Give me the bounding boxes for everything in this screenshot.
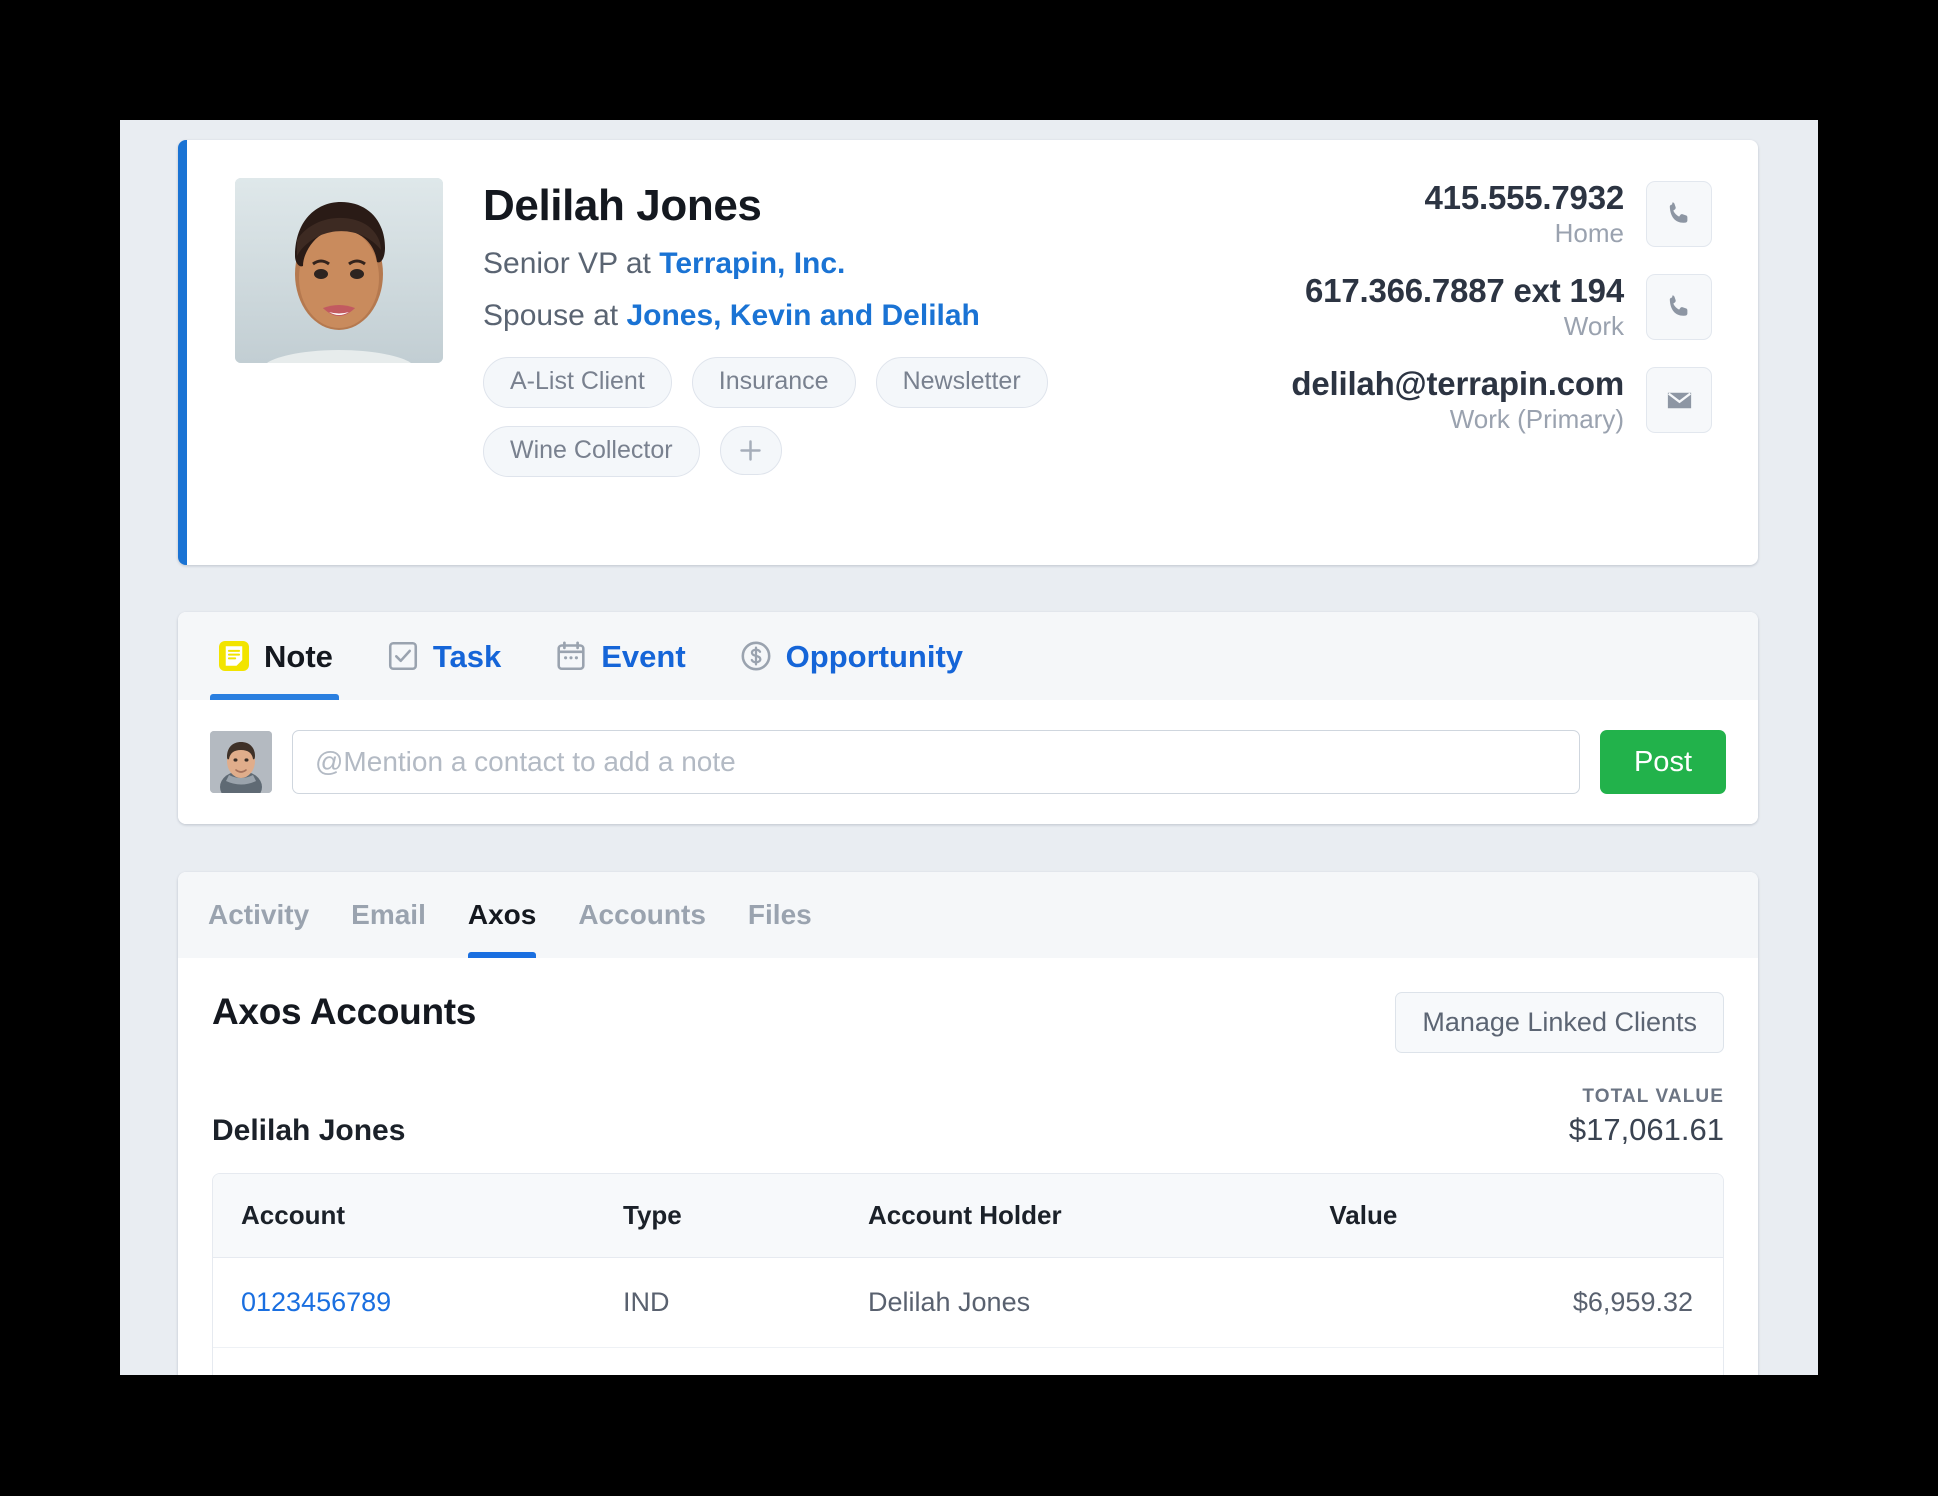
tag-wine-collector[interactable]: Wine Collector	[483, 425, 700, 477]
home-phone-value: 415.555.7932	[1424, 179, 1625, 216]
tab-note[interactable]: Note	[210, 612, 339, 700]
cell-account-holder: Delilah Jones	[868, 1257, 1330, 1348]
detail-card: Activity Email Axos Accounts Files Axos …	[178, 872, 1758, 1375]
checkbox-icon	[388, 641, 417, 671]
plus-icon	[740, 439, 761, 461]
tag-newsletter[interactable]: Newsletter	[875, 356, 1048, 408]
email-icon	[1667, 392, 1691, 408]
accounts-table-body: 0123456789 IND Delilah Jones $6,959.32 0…	[213, 1257, 1723, 1375]
contact-household-line: Spouse at Jones, Kevin and Delilah	[483, 298, 1291, 335]
calendar-icon	[557, 641, 585, 671]
table-row: 0123456780 IND Delilah Jones $10,102.29	[213, 1347, 1723, 1375]
post-button[interactable]: Post	[1599, 730, 1726, 794]
table-header-row: Account Type Account Holder Value	[213, 1173, 1723, 1258]
total-value-block: TOTAL VALUE $17,061.61	[1568, 1086, 1724, 1147]
tab-opportunity[interactable]: Opportunity	[732, 612, 969, 700]
home-phone-label: Home	[1554, 217, 1624, 248]
column-header-account: Account	[213, 1173, 623, 1258]
tab-event-label: Event	[601, 638, 686, 674]
tab-opportunity-label: Opportunity	[785, 638, 964, 674]
tab-email[interactable]: Email	[351, 872, 426, 958]
contact-household-link[interactable]: Jones, Kevin and Delilah	[626, 299, 979, 332]
contact-company-link[interactable]: Terrapin, Inc.	[659, 247, 845, 280]
composer-tab-bar: Note Task Event Opportunity	[178, 612, 1758, 700]
add-tag-button[interactable]	[719, 425, 782, 475]
cell-account-holder: Delilah Jones	[868, 1347, 1330, 1375]
email-value: delilah@terrapin.com	[1291, 364, 1624, 402]
column-header-value: Value	[1329, 1173, 1723, 1258]
cell-account: 0123456780	[213, 1347, 623, 1375]
cell-account: 0123456789	[213, 1257, 623, 1348]
cell-type: IND	[623, 1347, 868, 1375]
accounts-table: Account Type Account Holder Value 012345…	[212, 1172, 1724, 1375]
tab-note-label: Note	[264, 638, 333, 674]
call-work-button[interactable]	[1646, 274, 1712, 341]
tag-insurance[interactable]: Insurance	[691, 356, 856, 408]
contact-relation-prefix: Spouse at	[483, 299, 627, 333]
cell-value: $10,102.29	[1329, 1347, 1723, 1375]
call-home-button[interactable]	[1646, 181, 1712, 248]
total-value-label: TOTAL VALUE	[1582, 1086, 1724, 1107]
detail-header-row: Axos Accounts Manage Linked Clients	[212, 991, 1724, 1053]
holder-summary-row: Delilah Jones TOTAL VALUE $17,061.61	[212, 1086, 1724, 1147]
phone-icon	[1669, 202, 1687, 223]
note-icon	[219, 641, 249, 671]
dollar-circle-icon	[741, 641, 771, 671]
composer-input-row: Post	[178, 700, 1758, 824]
contact-name: Delilah Jones	[483, 181, 762, 230]
contact-title-line: Senior VP at Terrapin, Inc.	[483, 246, 1291, 283]
cell-value: $6,959.32	[1329, 1257, 1723, 1348]
contact-details: Delilah Jones Senior VP at Terrapin, Inc…	[483, 178, 1291, 477]
app-viewport: Delilah Jones Senior VP at Terrapin, Inc…	[120, 120, 1818, 1375]
total-value-amount: $17,061.61	[1568, 1111, 1724, 1147]
detail-body: Axos Accounts Manage Linked Clients Deli…	[178, 958, 1758, 1375]
tab-task[interactable]: Task	[379, 612, 507, 700]
note-input[interactable]	[292, 730, 1580, 794]
cell-type: IND	[623, 1257, 868, 1348]
account-holder-name: Delilah Jones	[212, 1113, 406, 1147]
work-phone-value: 617.366.7887 ext 194	[1305, 271, 1624, 309]
tab-axos[interactable]: Axos	[467, 872, 537, 958]
detail-tab-bar: Activity Email Axos Accounts Files	[178, 872, 1758, 958]
tab-task-label: Task	[432, 638, 502, 674]
contact-method-email: delilah@terrapin.com Work (Primary)	[1291, 364, 1712, 435]
email-label: Work (Primary)	[1449, 403, 1624, 434]
section-title: Axos Accounts	[212, 991, 477, 1032]
manage-linked-clients-button[interactable]: Manage Linked Clients	[1395, 992, 1724, 1053]
contact-title-prefix: Senior VP at	[483, 246, 660, 280]
column-header-type: Type	[623, 1173, 868, 1258]
accounts-table-head: Account Type Account Holder Value	[213, 1173, 1723, 1258]
table-row: 0123456789 IND Delilah Jones $6,959.32	[213, 1257, 1723, 1348]
send-email-button[interactable]	[1646, 367, 1712, 434]
column-header-account-holder: Account Holder	[868, 1173, 1330, 1258]
tab-files[interactable]: Files	[748, 872, 812, 958]
account-number-link[interactable]: 0123456789	[241, 1287, 391, 1317]
tag-a-list-client[interactable]: A-List Client	[483, 356, 672, 408]
contact-tag-list: A-List Client Insurance Newsletter Wine …	[483, 356, 1123, 477]
contact-avatar	[235, 178, 443, 363]
contact-header-card: Delilah Jones Senior VP at Terrapin, Inc…	[178, 140, 1758, 565]
tab-event[interactable]: Event	[547, 612, 691, 700]
contact-methods-list: 415.555.7932 Home 617.366.7887 ext 194 W…	[1291, 179, 1712, 435]
current-user-avatar	[210, 731, 272, 793]
work-phone-label: Work	[1563, 310, 1624, 341]
tab-accounts[interactable]: Accounts	[578, 872, 706, 958]
phone-icon	[1669, 295, 1687, 316]
contact-method-work-phone: 617.366.7887 ext 194 Work	[1291, 271, 1712, 342]
contact-method-home-phone: 415.555.7932 Home	[1291, 179, 1712, 249]
composer-card: Note Task Event Opportunity @Mention a c…	[178, 612, 1758, 824]
tab-activity[interactable]: Activity	[208, 872, 309, 958]
